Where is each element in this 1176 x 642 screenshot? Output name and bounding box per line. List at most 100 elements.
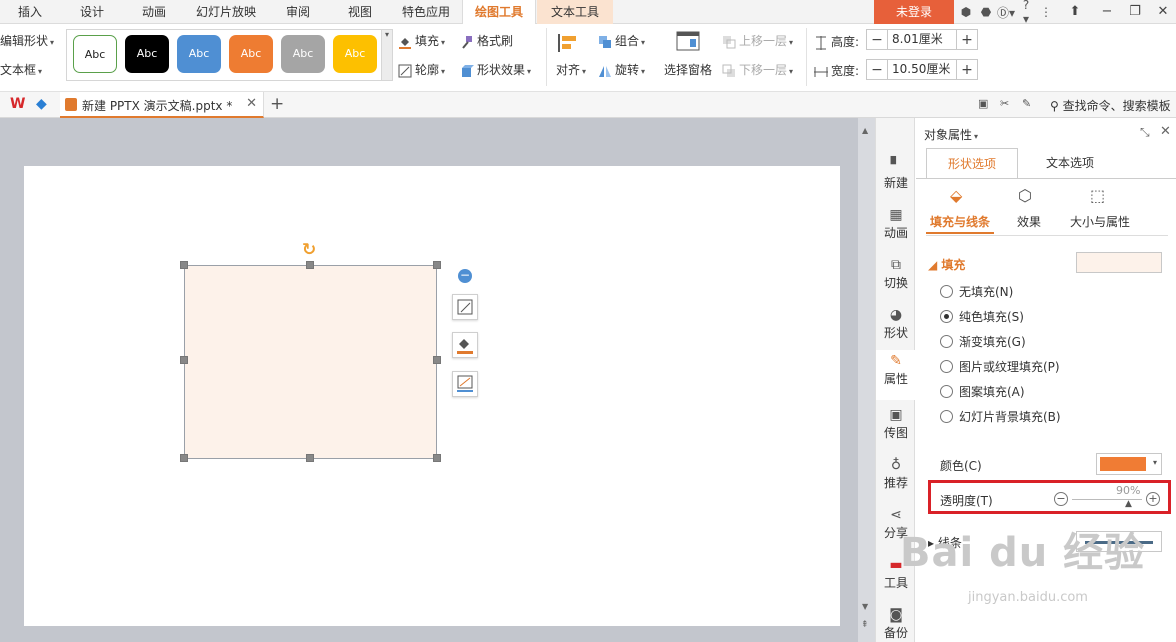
tab-view[interactable]: 视图 [336,0,384,24]
resize-handle[interactable] [433,261,441,269]
command-search[interactable]: ⚲ 查找命令、搜索模板 [1050,97,1171,114]
vertical-scrollbar[interactable]: ▲ ▼ ⇞ [858,118,875,642]
gallery-more-button[interactable]: ▾ [381,29,393,81]
minimize-icon[interactable]: − [1092,0,1122,24]
width-spinner[interactable]: − 10.50厘米 + [866,59,978,80]
format-painter-button[interactable]: 格式刷 [460,32,513,49]
scroll-down-icon[interactable]: ▼ [862,602,868,611]
height-decrease-button[interactable]: − [867,32,887,48]
tools-icon[interactable]: ✂ [1000,97,1009,110]
tab-review[interactable]: 审阅 [274,0,322,24]
tab-animation[interactable]: 动画 [130,0,178,24]
rotate-button[interactable]: 旋转 ▾ [598,61,645,78]
group-button[interactable]: 组合 ▾ [598,32,645,49]
style-swatch-black[interactable]: Abc [125,35,169,73]
color-picker-dropdown[interactable]: ▾ [1096,453,1162,475]
tab-special[interactable]: 特色应用 [394,0,458,24]
tab-text-tools[interactable]: 文本工具 [537,0,613,24]
align-button[interactable]: 对齐 ▾ [556,61,586,78]
ribbon-divider [806,28,807,86]
subtab-fill-line[interactable]: 填充与线条 [930,213,990,230]
width-increase-button[interactable]: + [957,62,977,78]
tab-drawing-tools[interactable]: 绘图工具 [462,0,536,25]
sidebar-item-new[interactable]: ▘ 新建 [876,154,916,200]
style-swatch-orange[interactable]: Abc [229,35,273,73]
height-increase-button[interactable]: + [957,32,977,48]
sidebar-item-backup[interactable]: ◙ 备份 [876,604,916,642]
sidebar-item-upload-image[interactable]: ▣ 传图 [876,404,916,450]
resize-handle[interactable] [306,454,314,462]
collapse-toolbar-icon[interactable]: − [458,269,472,283]
width-input[interactable]: 10.50厘米 [887,60,957,79]
panel-title-dropdown[interactable]: 对象属性 ▾ [924,126,978,143]
resize-handle[interactable] [433,356,441,364]
sidebar-item-properties[interactable]: ✎ 属性 [876,350,916,400]
resize-handle[interactable] [306,261,314,269]
rotate-handle-icon[interactable]: ↻ [302,240,316,260]
bring-forward-button[interactable]: 上移一层 ▾ [722,32,793,49]
close-icon[interactable]: ✕ [1148,0,1176,24]
radio-slide-background-fill[interactable]: 幻灯片背景填充(B) [940,406,1061,426]
shape-effect-button[interactable]: 形状效果 ▾ [460,61,531,78]
subtab-effect[interactable]: 效果 [1017,213,1041,230]
dock-panel-icon[interactable]: ⤡ [1140,125,1150,140]
align-icon[interactable] [556,32,586,52]
more-icon[interactable]: ⋮ [1036,5,1056,19]
radio-pattern-fill[interactable]: 图案填充(A) [940,381,1025,401]
fill-section-header[interactable]: ◢ 填充 [928,256,965,273]
settings-icon[interactable]: ⬣ [976,5,996,19]
width-decrease-button[interactable]: − [867,62,887,78]
resize-handle[interactable] [433,454,441,462]
sidebar-item-transition[interactable]: ⧉ 切换 [876,254,916,300]
style-swatch-yellow[interactable]: Abc [333,35,377,73]
close-tab-icon[interactable]: ✕ [246,96,257,111]
view-icon[interactable]: ▣ [978,97,988,110]
style-swatch-blue[interactable]: Abc [177,35,221,73]
shape-outline-tool-button[interactable] [452,371,478,397]
style-swatch-gray[interactable]: Abc [281,35,325,73]
resize-handle[interactable] [180,454,188,462]
resize-handle[interactable] [180,261,188,269]
radio-no-fill[interactable]: 无填充(N) [940,281,1013,301]
fill-button[interactable]: 填充 ▾ [398,32,445,49]
edit-shape-button[interactable]: 编辑形状 ▾ [0,32,54,49]
brush-small-icon[interactable]: ✎ [1022,97,1031,110]
height-input[interactable]: 8.01厘米 [887,30,957,49]
sidebar-item-animation[interactable]: ▦ 动画 [876,204,916,250]
skin-icon[interactable]: ⬢ [956,5,976,19]
wps-logo-icon[interactable]: W [10,96,25,112]
selection-pane-button[interactable]: 选择窗格 [664,61,712,78]
shape-fill-tool-button[interactable] [452,332,478,358]
tab-design[interactable]: 设计 [66,0,118,24]
tab-insert[interactable]: 插入 [6,0,54,24]
scroll-up-icon[interactable]: ▲ [862,126,868,135]
subtab-size-properties[interactable]: 大小与属性 [1070,213,1130,230]
resize-handle[interactable] [180,356,188,364]
selection-pane-icon[interactable] [676,30,702,54]
shape-edit-tool-button[interactable] [452,294,478,320]
sidebar-item-recommend[interactable]: ♁ 推荐 [876,454,916,500]
login-button[interactable]: 未登录 [874,0,954,24]
new-tab-icon[interactable]: + [270,94,284,114]
textbox-button[interactable]: 文本框 ▾ [0,61,42,78]
radio-solid-fill[interactable]: 纯色填充(S) [940,306,1024,326]
tab-slideshow[interactable]: 幻灯片放映 [190,0,262,24]
radio-gradient-fill[interactable]: 渐变填充(G) [940,331,1026,351]
style-swatch-white[interactable]: Abc [73,35,117,73]
close-panel-icon[interactable]: ✕ [1160,124,1171,139]
upload-icon[interactable]: ⬆ [1060,0,1090,24]
tab-text-options[interactable]: 文本选项 [1020,148,1120,179]
sidebar-item-shape[interactable]: ◕ 形状 [876,304,916,350]
cube-app-icon[interactable]: ◆ [36,96,47,112]
radio-picture-fill[interactable]: 图片或纹理填充(P) [940,356,1060,376]
outline-button[interactable]: 轮廓 ▾ [398,61,445,78]
height-spinner[interactable]: − 8.01厘米 + [866,29,978,50]
restore-icon[interactable]: ❐ [1120,0,1150,24]
selected-rectangle-shape[interactable] [184,265,437,459]
scroll-top-icon[interactable]: ⇞ [861,620,869,630]
send-backward-button[interactable]: 下移一层 ▾ [722,61,793,78]
share-icon[interactable]: Ⓓ▾ [996,4,1016,21]
help-icon[interactable]: ?▾ [1016,0,1036,26]
tab-shape-options[interactable]: 形状选项 [926,148,1018,179]
document-tab[interactable]: 新建 PPTX 演示文稿.pptx * ✕ [60,92,264,118]
